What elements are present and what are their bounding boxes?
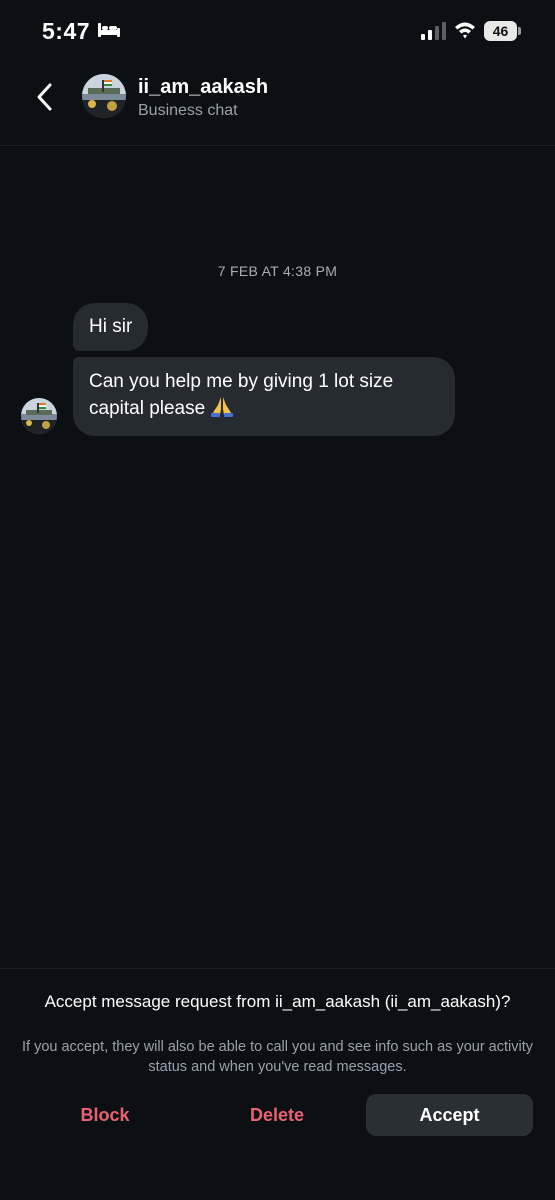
battery-icon: 46: [484, 21, 521, 41]
battery-level: 46: [492, 23, 509, 39]
chat-screen: 5:47 46 ii_am_aakash Business chat 7 FEB…: [0, 0, 555, 1200]
wifi-icon: [455, 22, 475, 39]
bed-icon: [98, 23, 120, 37]
chat-subtitle: Business chat: [138, 102, 238, 119]
request-note: If you accept, they will also be able to…: [22, 1039, 533, 1075]
folded-hands-icon: [211, 397, 234, 417]
message-text: Hi sir: [89, 316, 133, 337]
battery-cap: [518, 27, 521, 35]
message-bubble[interactable]: Hi sir: [73, 303, 149, 351]
message-text: Can you help me by giving 1 lot size cap…: [89, 371, 394, 419]
message-timestamp: 7 FEB AT 4:38 PM: [217, 263, 338, 279]
chat-username[interactable]: ii_am_aakash: [138, 76, 268, 99]
chat-header: ii_am_aakash Business chat: [0, 62, 555, 146]
delete-button[interactable]: Delete: [212, 1094, 342, 1136]
message-request-panel: Accept message request from ii_am_aakash…: [0, 968, 555, 1200]
request-title: Accept message request from ii_am_aakash…: [44, 992, 511, 1011]
signal-icon: [421, 22, 446, 40]
message-bubble[interactable]: Can you help me by giving 1 lot size cap…: [73, 357, 455, 436]
status-bar: 5:47 46: [0, 0, 555, 62]
accept-button[interactable]: Accept: [366, 1094, 533, 1136]
sender-avatar[interactable]: [21, 398, 57, 434]
block-button[interactable]: Block: [40, 1094, 170, 1136]
avatar[interactable]: [82, 74, 126, 118]
status-time: 5:47: [42, 18, 91, 44]
back-chevron-icon[interactable]: [34, 82, 56, 112]
